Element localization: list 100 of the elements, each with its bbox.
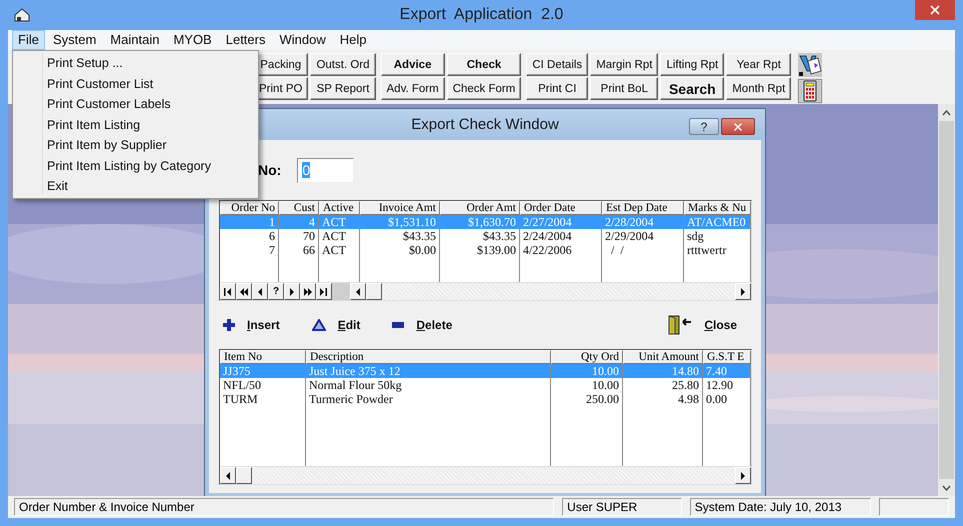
left-triangle-icon — [224, 470, 232, 480]
navigation-button[interactable] — [300, 283, 316, 300]
table-cell: rtttwertr — [684, 243, 751, 257]
help-button[interactable]: ? — [268, 283, 284, 300]
column-header[interactable]: Qty Ord — [551, 350, 623, 364]
scroll-thumb[interactable] — [939, 121, 954, 479]
toolbar-button[interactable]: SP Report — [310, 77, 376, 100]
action-button[interactable]: Insert — [219, 318, 284, 332]
table-cell: $0.00 — [360, 243, 440, 257]
navigation-button[interactable] — [252, 283, 268, 300]
column-header[interactable]: Cust — [279, 201, 319, 215]
table-cell: / / — [602, 243, 684, 257]
close-icon — [732, 120, 744, 132]
record-indicator — [332, 283, 350, 300]
menu-item[interactable]: Help — [334, 30, 372, 50]
navigation-button[interactable] — [220, 283, 236, 300]
table-cell: 66 — [279, 243, 319, 257]
triangle-icon — [312, 319, 326, 331]
navigation-button[interactable] — [236, 283, 252, 300]
minus-icon — [392, 322, 404, 328]
menu-item[interactable]: Print Item Listing — [41, 114, 258, 135]
action-button[interactable]: Delete — [388, 318, 456, 332]
status-panel: System Date: July 10, 2013 — [690, 498, 872, 516]
table-cell: ACT — [319, 243, 360, 257]
last-icon — [320, 286, 328, 296]
column-header[interactable]: Unit Amount — [623, 350, 703, 364]
column-header[interactable]: Invoice Amt — [360, 201, 440, 215]
left-triangle-icon — [256, 286, 264, 296]
column-header[interactable]: Active — [319, 201, 360, 215]
window-title: Export Application 2.0 — [400, 6, 564, 24]
table-cell: 250.00 — [551, 392, 623, 406]
table-cell: $139.00 — [440, 243, 520, 257]
status-panel: User SUPER — [562, 498, 682, 516]
first-icon — [224, 286, 232, 296]
help-button[interactable]: ? — [689, 118, 719, 135]
close-button[interactable]: Close — [664, 315, 741, 335]
toolbar-button[interactable]: Outst. Ord — [310, 53, 376, 76]
app-icon — [14, 8, 30, 22]
toolbar-button[interactable]: Search — [660, 77, 724, 100]
column-header[interactable]: Marks & Nu — [684, 201, 751, 215]
toolbar-button[interactable]: Advice — [380, 53, 445, 76]
column-header[interactable]: Order Date — [520, 201, 602, 215]
table-cell: 4.98 — [623, 392, 703, 406]
status-panel: Order Number & Invoice Number — [14, 498, 554, 516]
scroll-left-button[interactable] — [220, 467, 236, 484]
navigation-button[interactable] — [284, 283, 300, 300]
column-header[interactable]: Description — [306, 350, 551, 364]
menu-item[interactable]: MYOB — [167, 30, 218, 50]
menu-item[interactable]: Print Item Listing by Category — [41, 156, 258, 176]
toolbar-button[interactable]: Print BoL — [590, 77, 658, 100]
table-row[interactable]: NFL/50 Normal Flour 50kg 10.00 25.80 12.90 — [220, 378, 751, 392]
status-panel — [879, 498, 949, 516]
column-header[interactable]: G.S.T E — [703, 350, 751, 364]
right-triangle-icon — [739, 470, 747, 480]
menu-item[interactable]: File — [12, 30, 45, 50]
toolbar-button[interactable]: CI Details — [526, 53, 588, 76]
document-icon[interactable] — [798, 53, 822, 77]
toolbar-button[interactable]: Adv. Form — [380, 77, 445, 100]
chevron-down-icon — [942, 484, 951, 490]
scroll-right-button[interactable] — [735, 283, 751, 300]
toolbar-button[interactable]: Year Rpt — [726, 53, 792, 76]
scroll-thumb[interactable] — [236, 467, 252, 484]
close-button[interactable] — [721, 118, 755, 135]
table-row[interactable]: TURM Turmeric Powder 250.00 4.98 0.00 — [220, 392, 751, 406]
table-cell: 4/22/2006 — [520, 243, 602, 257]
toolbar-button[interactable]: Check — [446, 53, 522, 76]
menu-item[interactable]: Letters — [220, 30, 272, 50]
table-cell: TURM — [220, 392, 306, 406]
toolbar-button[interactable]: Margin Rpt — [590, 53, 658, 76]
toolbar-button[interactable]: Month Rpt — [726, 77, 792, 100]
menu-item[interactable]: System — [46, 30, 102, 50]
action-button[interactable]: Edit — [308, 318, 364, 332]
toolbar-button[interactable]: Check Form — [446, 77, 522, 100]
chevron-up-icon — [942, 110, 951, 116]
menu-item[interactable]: Print Item by Supplier — [41, 135, 258, 156]
left-triangle-icon — [354, 286, 362, 296]
menu-item[interactable]: Maintain — [104, 30, 166, 50]
column-header[interactable]: Order Amt — [440, 201, 520, 215]
right-triangle-icon — [739, 286, 747, 296]
toolbar-button[interactable]: Print CI — [526, 77, 588, 100]
toolbar-button[interactable]: Lifting Rpt — [660, 53, 724, 76]
right-triangle-icon — [288, 286, 296, 296]
scroll-right-button[interactable] — [735, 467, 751, 484]
table-cell: 7 — [220, 243, 279, 257]
calculator-icon[interactable] — [798, 79, 822, 103]
double-left-icon — [240, 286, 248, 296]
close-icon — [928, 3, 942, 17]
column-header[interactable]: Order No — [220, 201, 279, 215]
column-header[interactable]: Item No — [220, 350, 306, 364]
menu-item[interactable]: Exit — [41, 176, 258, 196]
scroll-left-button[interactable] — [350, 283, 366, 300]
scroll-thumb[interactable] — [366, 283, 382, 300]
navigation-button[interactable] — [316, 283, 332, 300]
double-right-icon — [304, 286, 312, 296]
plus-icon — [223, 319, 235, 331]
close-button[interactable] — [915, 0, 955, 20]
menu-item[interactable]: Window — [273, 30, 332, 50]
column-header[interactable]: Est Dep Date — [602, 201, 684, 215]
table-cell: Turmeric Powder — [306, 392, 551, 406]
child-window-title: Export Check Window — [411, 116, 559, 133]
